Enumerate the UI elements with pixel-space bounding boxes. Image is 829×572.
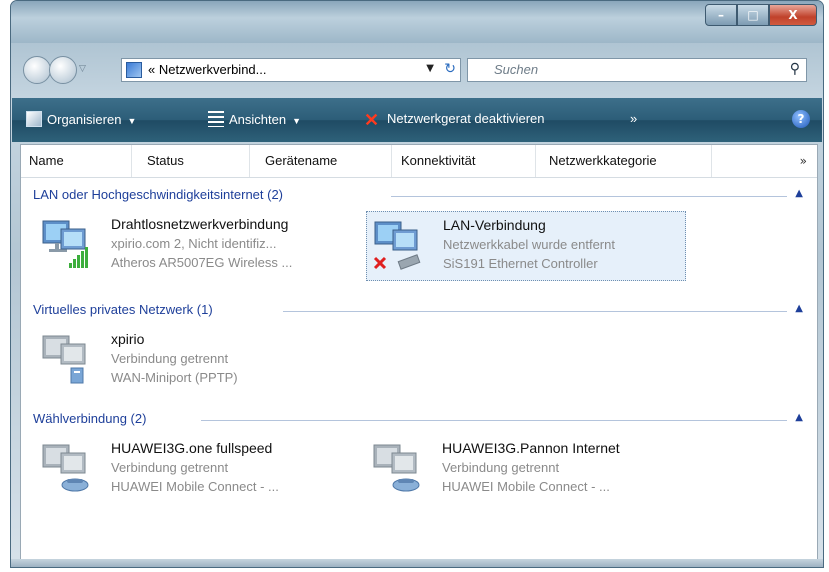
search-input[interactable]: Suchen ⚲ — [467, 58, 807, 82]
connection-status: Verbindung getrennt — [442, 460, 560, 475]
disable-device-label: Netzwerkgerat deaktivieren — [387, 111, 545, 126]
connection-status: Netzwerkkabel wurde entfernt — [443, 237, 615, 252]
connection-status: Verbindung getrennt — [111, 460, 229, 475]
toolbar-overflow-button[interactable]: » — [630, 111, 637, 126]
connection-device: HUAWEI Mobile Connect - ... — [442, 479, 610, 494]
group-header[interactable]: Virtuelles privates Netzwerk (1) — [33, 302, 213, 317]
dialup-modem-icon — [42, 444, 89, 492]
connection-text: Drahtlosnetzwerkverbindung xpirio.com 2,… — [111, 215, 292, 272]
minimize-button[interactable]: – — [705, 4, 737, 26]
connection-item[interactable]: HUAWEI3G.one fullspeed Verbindung getren… — [35, 435, 353, 503]
search-placeholder: Suchen — [494, 62, 539, 77]
explorer-window: – □ X ▽ « Netzwerkverbind... ▼ ↻ Suchen … — [10, 0, 824, 568]
connection-item[interactable]: HUAWEI3G.Pannon Internet Verbindung getr… — [366, 435, 684, 503]
organize-icon — [26, 111, 42, 127]
connection-text: LAN-Verbindung Netzwerkkabel wurde entfe… — [443, 216, 615, 273]
connection-name: Drahtlosnetzwerkverbindung — [111, 216, 289, 232]
column-connectivity[interactable]: Konnektivität — [401, 153, 475, 168]
title-bar[interactable]: – □ X — [11, 1, 823, 43]
connection-name: xpirio — [111, 331, 145, 347]
collapse-group-icon[interactable]: ▲ — [795, 188, 803, 199]
recent-pages-dropdown[interactable]: ▽ — [79, 64, 86, 74]
views-icon — [208, 111, 224, 127]
lan-disconnected-icon — [373, 221, 421, 270]
column-name[interactable]: Name — [29, 153, 64, 168]
column-status[interactable]: Status — [147, 153, 184, 168]
connection-name: HUAWEI3G.Pannon Internet — [442, 440, 620, 456]
network-folder-icon — [126, 62, 142, 78]
connection-name: HUAWEI3G.one fullspeed — [111, 440, 273, 456]
connection-status: xpirio.com 2, Nicht identifiz... — [111, 236, 277, 251]
organize-label: Organisieren — [47, 112, 122, 127]
vpn-icon — [42, 335, 86, 384]
refresh-icon[interactable]: ↻ — [444, 61, 456, 77]
views-label: Ansichten — [229, 112, 287, 127]
window-controls: – □ X — [705, 4, 817, 26]
connection-device: WAN-Miniport (PPTP) — [111, 370, 238, 385]
column-device-name[interactable]: Gerätename — [265, 153, 337, 168]
red-x-icon: ✕ — [364, 110, 380, 130]
navigation-row: ▽ « Netzwerkverbind... ▼ ↻ Suchen ⚲ — [11, 53, 823, 85]
window-bottom-border — [11, 559, 823, 567]
organize-button[interactable]: Organisieren ▼ — [26, 111, 136, 127]
connection-item[interactable]: Drahtlosnetzwerkverbindung xpirio.com 2,… — [35, 211, 353, 279]
connection-item-selected[interactable]: LAN-Verbindung Netzwerkkabel wurde entfe… — [366, 211, 686, 281]
forward-button[interactable] — [49, 56, 77, 84]
address-dropdown-icon[interactable]: ▼ — [426, 63, 434, 74]
wireless-monitor-icon — [42, 220, 88, 268]
column-header-row: Name Status Gerätename Konnektivität Net… — [21, 145, 817, 178]
maximize-button[interactable]: □ — [737, 4, 769, 26]
connections-list: Name Status Gerätename Konnektivität Net… — [20, 144, 818, 560]
connection-device: Atheros AR5007EG Wireless ... — [111, 255, 293, 270]
group-header[interactable]: Wählverbindung (2) — [33, 411, 146, 426]
collapse-group-icon[interactable]: ▲ — [795, 303, 803, 314]
connection-device: SiS191 Ethernet Controller — [443, 256, 598, 271]
connection-item[interactable]: xpirio Verbindung getrennt WAN-Miniport … — [35, 326, 353, 394]
back-button[interactable] — [23, 56, 51, 84]
search-icon[interactable]: ⚲ — [790, 61, 800, 77]
close-button[interactable]: X — [769, 4, 817, 26]
more-columns-button[interactable]: » — [800, 154, 807, 168]
command-bar: Organisieren ▼ Ansichten ▼ ✕ Netzwerkgerat … — [12, 98, 822, 142]
column-network-category[interactable]: Netzwerkkategorie — [549, 153, 657, 168]
group-header[interactable]: LAN oder Hochgeschwindigkeitsinternet (2… — [33, 187, 283, 202]
help-icon[interactable]: ? — [792, 110, 810, 128]
connection-name: LAN-Verbindung — [443, 217, 546, 233]
connection-text: HUAWEI3G.Pannon Internet Verbindung getr… — [442, 439, 620, 496]
disable-device-button[interactable]: ✕ Netzwerkgerat deaktivieren — [364, 110, 545, 130]
collapse-group-icon[interactable]: ▲ — [795, 412, 803, 423]
address-bar[interactable]: « Netzwerkverbind... ▼ ↻ — [121, 58, 461, 82]
connection-device: HUAWEI Mobile Connect - ... — [111, 479, 279, 494]
connection-text: xpirio Verbindung getrennt WAN-Miniport … — [111, 330, 238, 387]
connection-text: HUAWEI3G.one fullspeed Verbindung getren… — [111, 439, 279, 496]
connection-status: Verbindung getrennt — [111, 351, 229, 366]
dialup-modem-icon — [373, 444, 420, 492]
views-button[interactable]: Ansichten ▼ — [208, 111, 301, 127]
address-path: « Netzwerkverbind... — [148, 62, 267, 77]
